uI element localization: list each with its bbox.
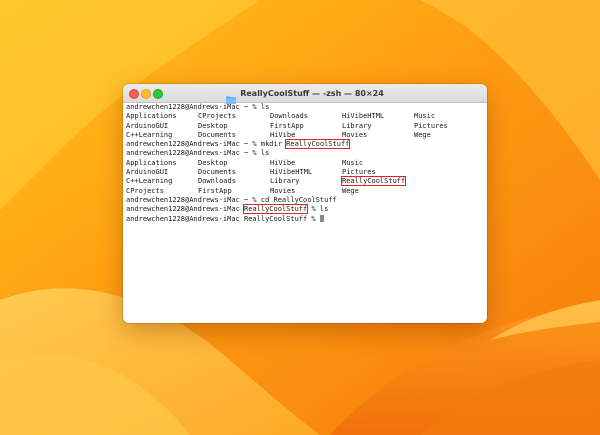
ls-output-row: Applications Desktop HiVibe Music (126, 159, 484, 168)
ls-entry: Pictures (414, 121, 448, 130)
ls-entry: HiVibe (270, 130, 296, 139)
terminal-line: andrewchen1228@Andrews-iMac ~ % mkdir Re… (126, 139, 484, 150)
window-title: ReallyCoolStuff — -zsh — 80×24 (240, 88, 384, 98)
ls-entry: Downloads (198, 177, 236, 186)
ls-output-row: C++Learning Documents HiVibe Movies Wege (126, 131, 484, 140)
ls-entry: Pictures (342, 168, 376, 177)
text-cursor (319, 214, 324, 222)
title-bar[interactable]: ReallyCoolStuff — -zsh — 80×24 (123, 84, 487, 104)
zoom-button[interactable] (153, 89, 163, 99)
ls-entry: CProjects (126, 186, 164, 195)
ls-entry: HiVibe (270, 158, 296, 167)
prompt-prefix: andrewchen1228@Andrews-iMac (126, 205, 245, 214)
terminal-output[interactable]: andrewchen1228@Andrews-iMac ~ % ls Appli… (126, 103, 484, 323)
ls-entry: Movies (270, 186, 296, 195)
ls-entry: Library (270, 177, 300, 186)
title-wrap: ReallyCoolStuff — -zsh — 80×24 (123, 84, 487, 104)
terminal-line: andrewchen1228@Andrews-iMac ~ % ls (126, 149, 270, 158)
active-prompt: andrewchen1228@Andrews-iMac ReallyCoolSt… (126, 214, 320, 223)
ls-entry: HiVibeHTML (270, 168, 313, 177)
highlight-new-folder: ReallyCoolStuff (340, 176, 407, 187)
ls-entry: Documents (198, 130, 236, 139)
ls-entry: Documents (198, 168, 236, 177)
close-button[interactable] (129, 89, 139, 99)
terminal-line: andrewchen1228@Andrews-iMac ~ % ls (126, 103, 270, 111)
ls-entry: Applications (126, 158, 177, 167)
ls-entry: ArduinoGUI (126, 168, 169, 177)
highlight-current-dir: ReallyCoolStuff (243, 204, 309, 215)
terminal-window[interactable]: ReallyCoolStuff — -zsh — 80×24 andrewche… (123, 84, 487, 323)
ls-output-row: Applications CProjects Downloads HiVibeHTML… (126, 112, 484, 121)
ls-entry: Desktop (198, 121, 228, 130)
terminal-line: andrewchen1228@Andrews-iMac ~ % cd Reall… (126, 195, 337, 204)
prompt-suffix: % ls (307, 205, 329, 214)
folder-icon (226, 89, 237, 104)
ls-output-row: CProjects FirstApp Movies Wege (126, 187, 484, 196)
ls-entry: C++Learning (126, 130, 173, 139)
minimize-button[interactable] (141, 89, 151, 99)
terminal-line[interactable]: andrewchen1228@Andrews-iMac ReallyCoolSt… (126, 214, 484, 224)
ls-entry: Library (342, 121, 372, 130)
ls-entry: Applications (126, 112, 177, 121)
ls-entry: Desktop (198, 158, 228, 167)
terminal-line: andrewchen1228@Andrews-iMac ReallyCoolSt… (126, 204, 484, 215)
ls-output-row: ArduinoGUI Documents HiVibeHTML Pictures (126, 168, 484, 177)
ls-output-row: ArduinoGUI Desktop FirstApp Library Pictures (126, 122, 484, 131)
prompt-prefix: andrewchen1228@Andrews-iMac ~ % mkdir (126, 140, 287, 149)
ls-entry: Music (414, 112, 436, 121)
highlight-mkdir-arg: ReallyCoolStuff (285, 139, 351, 150)
ls-output-row: C++Learning Downloads Library ReallyCoolStu… (126, 176, 484, 187)
ls-entry: HiVibeHTML (342, 112, 385, 121)
ls-entry: CProjects (198, 112, 236, 121)
ls-entry: Downloads (270, 112, 308, 121)
ls-entry: FirstApp (270, 121, 304, 130)
ls-entry-highlighted: ReallyCoolStuff (340, 176, 414, 187)
ls-entry: FirstApp (198, 186, 232, 195)
ls-entry: Movies (342, 130, 368, 139)
ls-entry: ArduinoGUI (126, 121, 169, 130)
ls-entry: Music (342, 158, 364, 167)
ls-entry: Wege (414, 130, 431, 139)
ls-entry: Wege (342, 186, 359, 195)
ls-entry: C++Learning (126, 177, 173, 186)
